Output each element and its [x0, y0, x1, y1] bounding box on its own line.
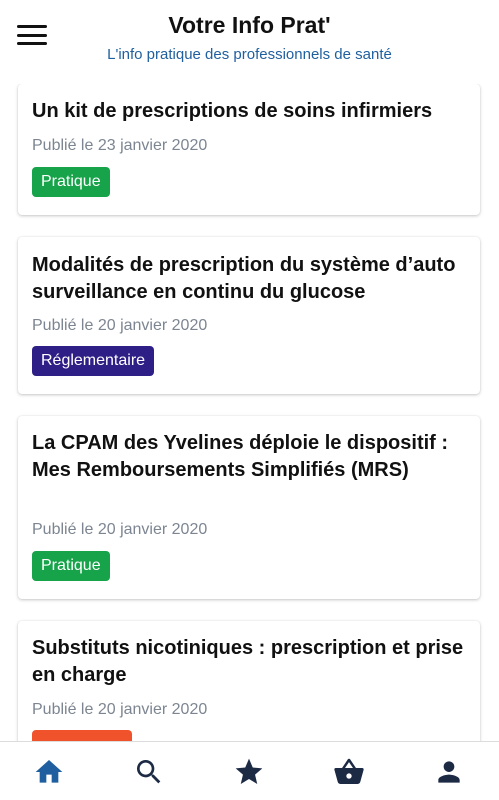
app-subtitle: L'info pratique des professionnels de sa…	[107, 46, 392, 63]
article-date: Publié le 20 janvier 2020	[32, 701, 208, 718]
app-title: Votre Info Prat'	[168, 12, 331, 38]
article-date: Publié le 23 janvier 2020	[32, 137, 208, 154]
account-icon	[438, 761, 460, 783]
article-card[interactable]: La CPAM des Yvelines déploie le disposit…	[18, 416, 480, 599]
basket-icon	[334, 758, 364, 784]
article-tag-badge[interactable]: Pratique	[32, 167, 110, 197]
article-title: Modalités de prescription du système d’a…	[32, 254, 456, 303]
article-card[interactable]: Un kit de prescriptions de soins infirmi…	[18, 84, 480, 215]
nav-account[interactable]	[433, 756, 465, 788]
bottom-nav	[0, 741, 499, 800]
menu-icon-bar	[17, 42, 47, 45]
home-icon	[35, 760, 63, 783]
nav-home[interactable]	[33, 756, 65, 788]
article-tag-badge[interactable]: Réglementaire	[32, 346, 155, 376]
article-card[interactable]: Substituts nicotiniques : prescription e…	[18, 621, 480, 741]
nav-favorites[interactable]	[233, 756, 265, 788]
article-tag-badge[interactable]	[32, 730, 132, 741]
article-card[interactable]: Modalités de prescription du système d’a…	[18, 237, 480, 394]
article-title: Substituts nicotiniques : prescription e…	[32, 637, 464, 686]
article-date: Publié le 20 janvier 2020	[32, 317, 208, 334]
article-tag-badge[interactable]: Pratique	[32, 551, 110, 581]
nav-search[interactable]	[133, 756, 165, 788]
nav-basket[interactable]	[333, 756, 365, 788]
article-date: Publié le 20 janvier 2020	[32, 521, 208, 538]
app-header: Votre Info Prat' L'info pratique des pro…	[0, 0, 499, 78]
article-feed[interactable]: Un kit de prescriptions de soins infirmi…	[0, 84, 499, 741]
search-icon	[137, 760, 161, 784]
article-title: Un kit de prescriptions de soins infirmi…	[32, 100, 433, 122]
star-icon	[235, 758, 263, 784]
article-title: La CPAM des Yvelines déploie le disposit…	[32, 432, 449, 481]
